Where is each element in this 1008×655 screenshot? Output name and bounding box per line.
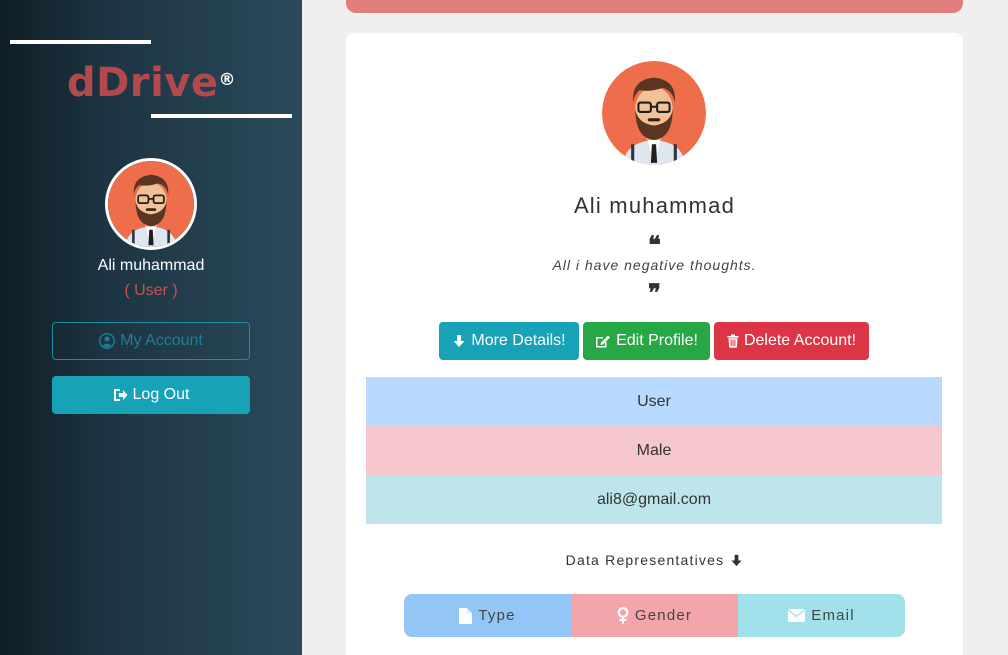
sidebar: dDrive® Ali muhammad ( User ) My Account… (0, 0, 302, 655)
info-role-value: User (637, 392, 671, 410)
edit-profile-button[interactable]: Edit Profile! (583, 322, 710, 360)
more-details-button[interactable]: More Details! (439, 322, 579, 360)
arrow-down-icon (452, 334, 466, 348)
file-icon (459, 607, 473, 624)
venus-icon (617, 607, 629, 624)
sidebar-avatar (105, 158, 197, 250)
info-row-role: User (366, 377, 942, 426)
edit-icon (595, 334, 611, 348)
logout-button[interactable]: Log Out (52, 376, 250, 414)
profile-card: Ali muhammad ❝ All i have negative thoug… (346, 33, 963, 655)
info-row-gender: Male (366, 426, 942, 475)
sidebar-user-name: Ali muhammad (97, 257, 205, 274)
user-circle-icon (99, 333, 116, 349)
legend-type: Type (404, 594, 571, 637)
quote-open-icon: ❝ (648, 230, 661, 259)
data-representatives-title: Data Representatives (346, 552, 963, 568)
legend-type-label: Type (478, 607, 516, 624)
profile-bio: All i have negative thoughts. (552, 257, 757, 273)
legend-email: Email (738, 594, 905, 637)
edit-profile-label: Edit Profile! (616, 332, 698, 349)
trash-icon (727, 334, 739, 348)
envelope-icon (788, 609, 806, 622)
brand-registered-mark: ® (218, 70, 236, 90)
quote-close-icon: ❞ (648, 278, 661, 307)
delete-account-label: Delete Account! (743, 332, 857, 349)
profile-name: Ali muhammad (573, 193, 736, 218)
info-row-email: ali8@gmail.com (366, 475, 942, 524)
more-details-label: More Details! (471, 332, 566, 349)
brand-name: dDrive (67, 60, 219, 106)
profile-actions: More Details! Edit Profile! Delete Accou… (439, 322, 869, 360)
legend-gender-label: Gender (634, 607, 693, 624)
data-legend: Type Gender Email (404, 594, 905, 637)
arrow-down-icon (730, 554, 743, 567)
sidebar-user-role: ( User ) (124, 282, 178, 299)
sign-out-icon (113, 388, 128, 402)
brand-logo: dDrive® (67, 60, 236, 106)
alert-banner (346, 0, 963, 13)
legend-gender: Gender (571, 594, 738, 637)
legend-email-label: Email (811, 607, 855, 624)
brand-line-top (10, 40, 151, 44)
info-gender-value: Male (636, 441, 672, 459)
delete-account-button[interactable]: Delete Account! (714, 322, 869, 360)
info-email-value: ali8@gmail.com (596, 490, 712, 508)
logout-label: Log Out (132, 386, 190, 403)
my-account-button[interactable]: My Account (52, 322, 250, 360)
data-representatives-label: Data Representatives (565, 552, 725, 568)
brand-line-bottom (151, 114, 292, 118)
profile-avatar (602, 61, 706, 165)
my-account-label: My Account (120, 332, 203, 349)
